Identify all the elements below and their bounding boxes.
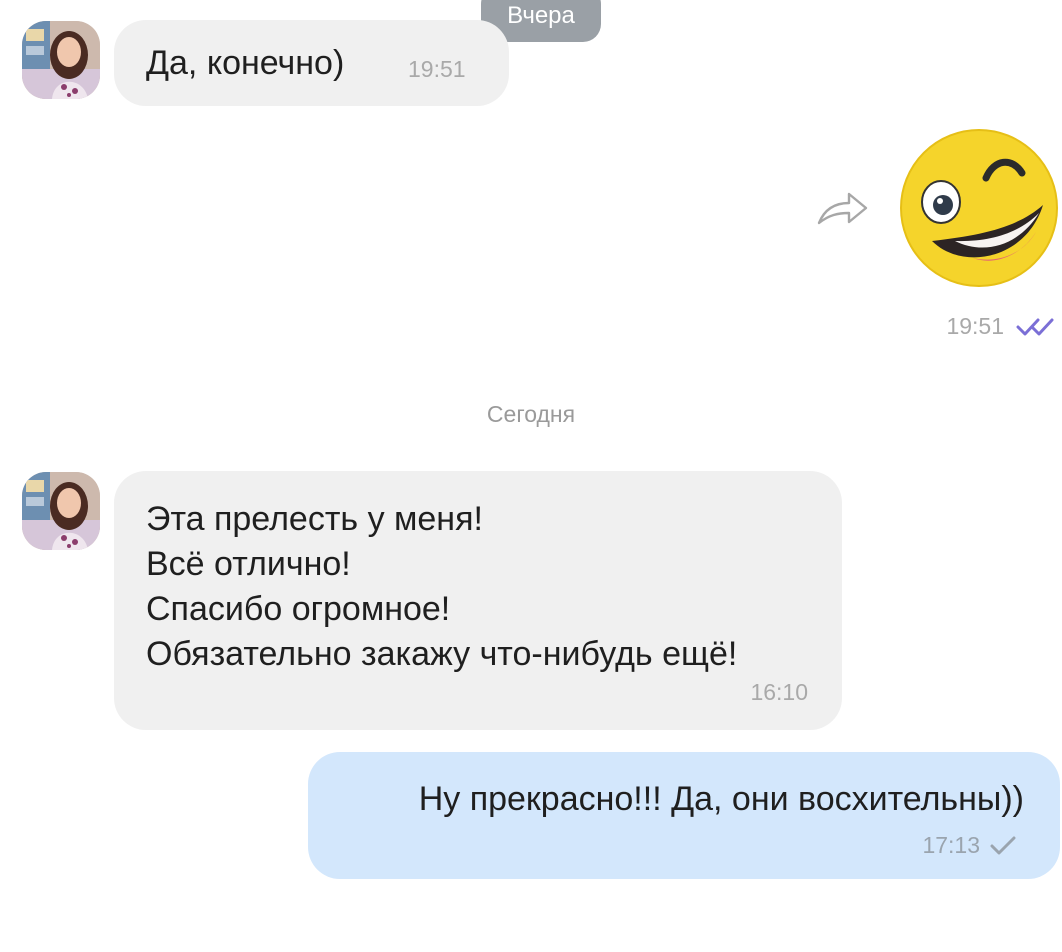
message-line: Обязательно закажу что-нибудь ещё! [146, 635, 738, 673]
message-time: 19:51 [946, 313, 1004, 339]
single-check-icon [990, 836, 1016, 855]
double-check-icon [1016, 318, 1054, 336]
message-line: Спасибо огромное! [146, 590, 451, 628]
incoming-message-1[interactable]: Да, конечно) 19:51 [114, 20, 509, 106]
outgoing-message[interactable]: Ну прекрасно!!! Да, они восхительны)) 17… [308, 752, 1060, 879]
incoming-message-2[interactable]: Эта прелесть у меня! Всё отлично! Спасиб… [114, 471, 842, 730]
winking-smiley-sticker[interactable] [897, 126, 1061, 290]
date-separator-text: Сегодня [486, 401, 576, 427]
avatar[interactable] [22, 472, 100, 550]
share-icon[interactable] [814, 184, 872, 230]
message-lines: Эта прелесть у меня! Всё отлично! Спасиб… [146, 497, 737, 677]
message-meta: 17:13 [922, 831, 1016, 859]
message-text: Да, конечно) [146, 44, 345, 82]
avatar-image [22, 472, 100, 550]
message-time: 16:10 [750, 679, 808, 705]
date-label-yesterday-text: Вчера [507, 2, 575, 29]
avatar-image [22, 21, 100, 99]
message-line: Всё отлично! [146, 545, 351, 583]
message-line: Эта прелесть у меня! [146, 500, 483, 538]
date-separator-today: Сегодня [0, 399, 1062, 429]
winking-smiley-icon [900, 129, 1058, 287]
message-time: 19:51 [408, 56, 466, 82]
message-time: 17:13 [922, 832, 980, 858]
avatar[interactable] [22, 21, 100, 99]
sticker-meta: 19:51 [946, 312, 1054, 340]
message-text: Ну прекрасно!!! Да, они восхительны)) [418, 780, 1024, 818]
